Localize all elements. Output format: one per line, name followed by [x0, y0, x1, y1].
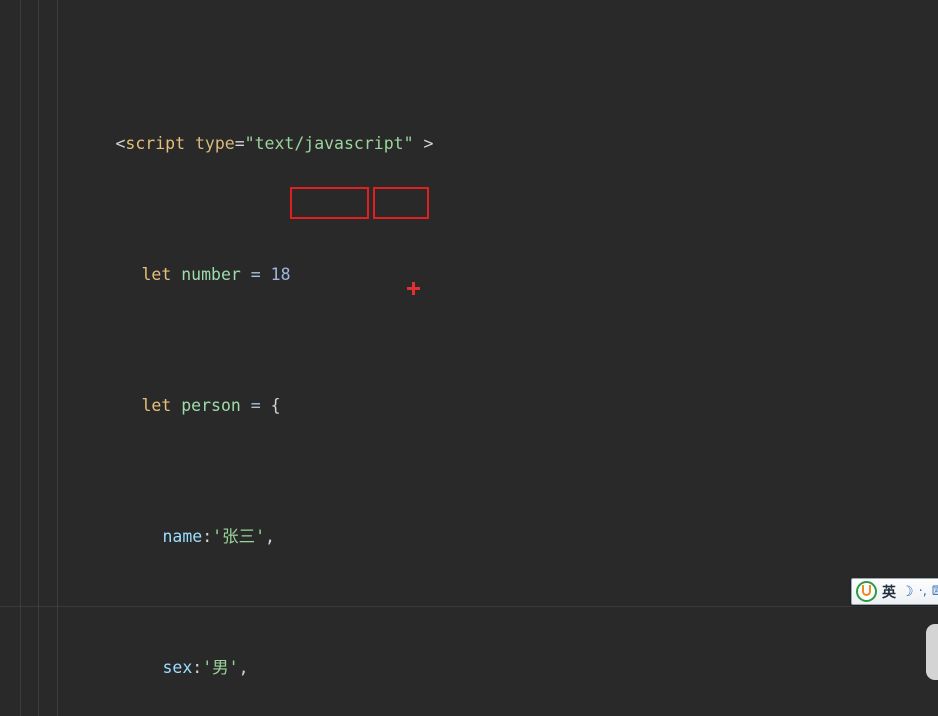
code-line[interactable]: name:'张三',	[0, 498, 938, 546]
scrollbar-thumb[interactable]	[926, 624, 938, 680]
token-identifier: number	[181, 265, 241, 285]
moon-icon[interactable]: ☽	[901, 584, 914, 600]
divider	[0, 606, 938, 607]
screenshot-root: <script type="text/javascript" > let num…	[0, 0, 938, 716]
punctuation-toggle-label[interactable]: ·,	[919, 584, 927, 599]
token-identifier: person	[181, 396, 241, 416]
code-line[interactable]: <script type="text/javascript" >	[0, 105, 938, 153]
token-operator: =	[250, 396, 261, 416]
token-colon: :	[202, 527, 213, 547]
token-equals: =	[234, 134, 245, 154]
ime-mode-label[interactable]: 英	[882, 582, 896, 602]
token-object-key: sex	[162, 658, 193, 678]
token-operator: =	[250, 265, 261, 285]
sogou-logo-icon[interactable]	[856, 581, 877, 602]
code-line[interactable]: let person = {	[0, 367, 938, 415]
token-object-key: name	[162, 527, 203, 547]
token-attr-value: "text/javascript"	[244, 134, 414, 154]
code-line[interactable]: let number = 18	[0, 236, 938, 284]
token-string: '张三'	[212, 527, 266, 547]
token-colon: :	[192, 658, 203, 678]
token-keyword-let: let	[141, 265, 172, 285]
token-string: '男'	[202, 658, 239, 678]
token-attr-name: type	[194, 134, 235, 154]
code-line[interactable]: sex:'男',	[0, 629, 938, 677]
code-content[interactable]: <script type="text/javascript" > let num…	[0, 0, 938, 716]
keyboard-icon[interactable]: ⌨	[932, 584, 938, 599]
token-brace-open: {	[270, 396, 281, 416]
token-comma: ,	[265, 527, 275, 547]
token-number: 18	[270, 265, 291, 285]
token-comma: ,	[238, 658, 249, 678]
token-punct: >	[423, 134, 434, 154]
code-editor[interactable]: <script type="text/javascript" > let num…	[0, 0, 938, 716]
sogou-ime-bar[interactable]: 英 ☽ ·, ⌨	[851, 578, 938, 605]
token-keyword-let: let	[141, 396, 172, 416]
token-tag-name: script	[125, 134, 186, 154]
token-punct: <	[115, 134, 126, 154]
